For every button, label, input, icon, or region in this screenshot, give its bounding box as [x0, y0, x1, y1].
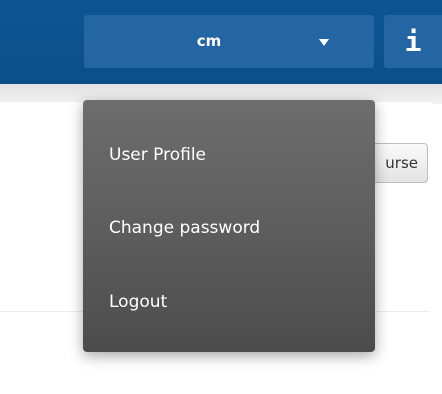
menu-item-user-profile[interactable]: User Profile — [83, 135, 375, 175]
caret-down-icon — [319, 39, 329, 46]
user-menu-button[interactable]: cm — [84, 15, 374, 68]
info-button[interactable]: i — [384, 15, 442, 68]
menu-item-change-password[interactable]: Change password — [83, 208, 375, 248]
menu-item-logout[interactable]: Logout — [83, 282, 375, 322]
user-dropdown-menu: User Profile Change password Logout — [83, 100, 375, 352]
user-menu-label: cm — [196, 32, 222, 50]
top-bar: cm i — [0, 0, 442, 84]
info-icon: i — [404, 25, 422, 58]
